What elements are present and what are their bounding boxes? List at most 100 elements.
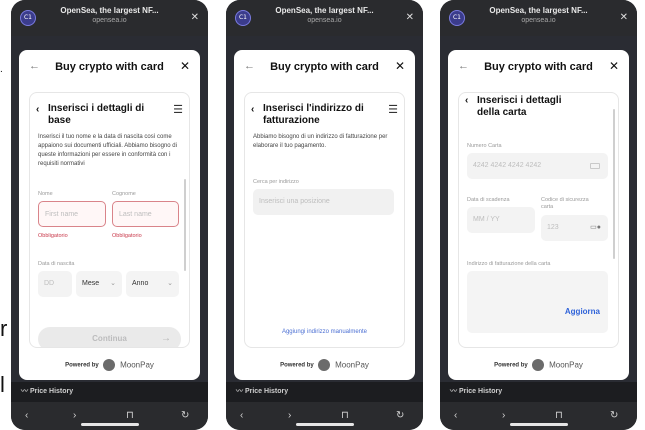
price-history-section: 〰 Price History: [21, 386, 198, 400]
forward-nav-icon[interactable]: ›: [502, 410, 505, 421]
edge-text-fragment: l: [0, 372, 5, 397]
modal-header: ← Buy crypto with card ✕: [448, 50, 629, 84]
home-indicator: [296, 423, 354, 426]
browser-topbar: C1 OpenSea, the largest NF... opensea.io…: [11, 0, 208, 36]
chevron-left-icon[interactable]: ‹: [36, 104, 39, 115]
price-history-label: Price History: [244, 388, 289, 395]
moonpay-widget: ‹ Inserisci i dettagli della carta Numer…: [458, 92, 619, 348]
modal-header: ← Buy crypto with card ✕: [234, 50, 415, 84]
step-description: Inserisci il tuo nome e la data di nasci…: [38, 134, 177, 167]
step-heading: Inserisci i dettagli di base: [48, 103, 145, 126]
chevron-down-icon: ⌄: [110, 280, 116, 287]
home-indicator: [510, 423, 568, 426]
chart-line-icon: 〰: [450, 388, 457, 395]
first-name-input[interactable]: First name: [38, 201, 106, 227]
reload-icon[interactable]: ↻: [181, 410, 189, 421]
menu-icon[interactable]: ☰: [173, 103, 183, 116]
moonpay-logo-icon: [318, 359, 331, 371]
chevron-left-icon[interactable]: ‹: [251, 104, 254, 115]
screenshot-canvas: . r l C1 OpenSea, the largest NF... open…: [0, 0, 645, 430]
moonpay-widget: ‹ Inserisci i dettagli di base ☰ Inseris…: [29, 92, 190, 348]
back-nav-icon[interactable]: ‹: [454, 410, 457, 421]
expiry-input[interactable]: MM / YY: [467, 207, 535, 233]
step-description: Abbiamo bisogno di un indirizzo di fattu…: [253, 134, 388, 149]
last-name-label: Cognome: [112, 191, 136, 197]
card-number-input[interactable]: 4242 4242 4242 4242: [467, 153, 608, 179]
url-label: opensea.io: [307, 17, 342, 24]
provider-name: MoonPay: [120, 360, 154, 370]
first-name-error: Obbligatorio: [38, 233, 68, 239]
price-history-section: 〰 Price History: [450, 386, 627, 400]
card-cvc-icon: ▭●: [590, 224, 601, 231]
reload-icon[interactable]: ↻: [610, 410, 618, 421]
buy-crypto-modal: ← Buy crypto with card ✕ ‹ Inserisci i d…: [19, 50, 200, 380]
bookmark-icon[interactable]: ⊓: [555, 410, 563, 421]
bookmark-icon[interactable]: ⊓: [126, 410, 134, 421]
credit-card-icon: [590, 163, 600, 169]
browser-bottombar: ‹ › ⊓ ↻: [226, 402, 423, 430]
back-nav-icon[interactable]: ‹: [25, 410, 28, 421]
chart-line-icon: 〰: [21, 388, 28, 395]
year-select[interactable]: Anno ⌄: [126, 271, 179, 297]
moonpay-logo-icon: [532, 359, 545, 371]
bookmark-icon[interactable]: ⊓: [341, 410, 349, 421]
powered-by-footer: Powered by MoonPay: [234, 359, 415, 371]
powered-by-label: Powered by: [280, 362, 314, 369]
cvc-placeholder: 123: [547, 224, 559, 231]
moonpay-logo-icon: [103, 359, 116, 371]
powered-by-footer: Powered by MoonPay: [19, 359, 200, 371]
expiry-label: Data di scadenza: [467, 197, 510, 203]
home-indicator: [81, 423, 139, 426]
powered-by-label: Powered by: [65, 362, 99, 369]
billing-address-label: Indirizzo di fatturazione della carta: [467, 261, 551, 267]
modal-header: ← Buy crypto with card ✕: [19, 50, 200, 84]
menu-icon[interactable]: ☰: [388, 103, 398, 116]
card-number-label: Numero Carta: [467, 143, 502, 149]
close-icon[interactable]: ✕: [180, 59, 190, 73]
scrollbar[interactable]: [613, 109, 615, 259]
page-title: OpenSea, the largest NF...: [489, 6, 588, 15]
phone-screen-basic-details: C1 OpenSea, the largest NF... opensea.io…: [11, 0, 208, 430]
day-input[interactable]: DD: [38, 271, 72, 297]
update-address-link[interactable]: Aggiorna: [565, 307, 600, 316]
back-nav-icon[interactable]: ‹: [240, 410, 243, 421]
step-heading: Inserisci l'indirizzo di fatturazione: [263, 103, 364, 126]
url-label: opensea.io: [521, 17, 556, 24]
month-select-value: Mese: [82, 280, 100, 287]
close-icon[interactable]: ✕: [620, 12, 628, 23]
last-name-error: Obbligatorio: [112, 233, 142, 239]
cvc-input[interactable]: 123 ▭●: [541, 215, 608, 241]
month-select[interactable]: Mese ⌄: [76, 271, 122, 297]
continue-button[interactable]: Continua →: [38, 327, 181, 347]
browser-bottombar: ‹ › ⊓ ↻: [440, 402, 637, 430]
last-name-input[interactable]: Last name: [112, 201, 179, 227]
card-number-placeholder: 4242 4242 4242 4242: [473, 162, 542, 169]
forward-nav-icon[interactable]: ›: [73, 410, 76, 421]
address-search-input[interactable]: Inserisci una posizione: [253, 189, 394, 215]
powered-by-footer: Powered by MoonPay: [448, 359, 629, 371]
provider-name: MoonPay: [335, 360, 369, 370]
modal-title: Buy crypto with card: [55, 61, 164, 73]
close-icon[interactable]: ✕: [609, 59, 619, 73]
modal-title: Buy crypto with card: [484, 61, 593, 73]
chart-line-icon: 〰: [236, 388, 243, 395]
address-search-label: Cerca per indirizzo: [253, 179, 299, 185]
moonpay-widget: ‹ Inserisci l'indirizzo di fatturazione …: [244, 92, 405, 348]
forward-nav-icon[interactable]: ›: [288, 410, 291, 421]
provider-name: MoonPay: [549, 360, 583, 370]
year-select-value: Anno: [132, 280, 149, 287]
page-title: OpenSea, the largest NF...: [60, 6, 159, 15]
close-icon[interactable]: ✕: [395, 59, 405, 73]
edge-text-fragment: .: [0, 64, 3, 75]
browser-bottombar: ‹ › ⊓ ↻: [11, 402, 208, 430]
price-history-label: Price History: [29, 388, 74, 395]
close-icon[interactable]: ✕: [406, 12, 414, 23]
chevron-left-icon[interactable]: ‹: [465, 95, 468, 106]
billing-address-box: Aggiorna: [467, 271, 608, 333]
close-icon[interactable]: ✕: [191, 12, 199, 23]
add-address-manually-link[interactable]: Aggiungi indirizzo manualmente: [245, 329, 404, 335]
reload-icon[interactable]: ↻: [396, 410, 404, 421]
browser-topbar: C1 OpenSea, the largest NF... opensea.io…: [440, 0, 637, 36]
scrollbar[interactable]: [184, 179, 186, 271]
url-label: opensea.io: [92, 17, 127, 24]
